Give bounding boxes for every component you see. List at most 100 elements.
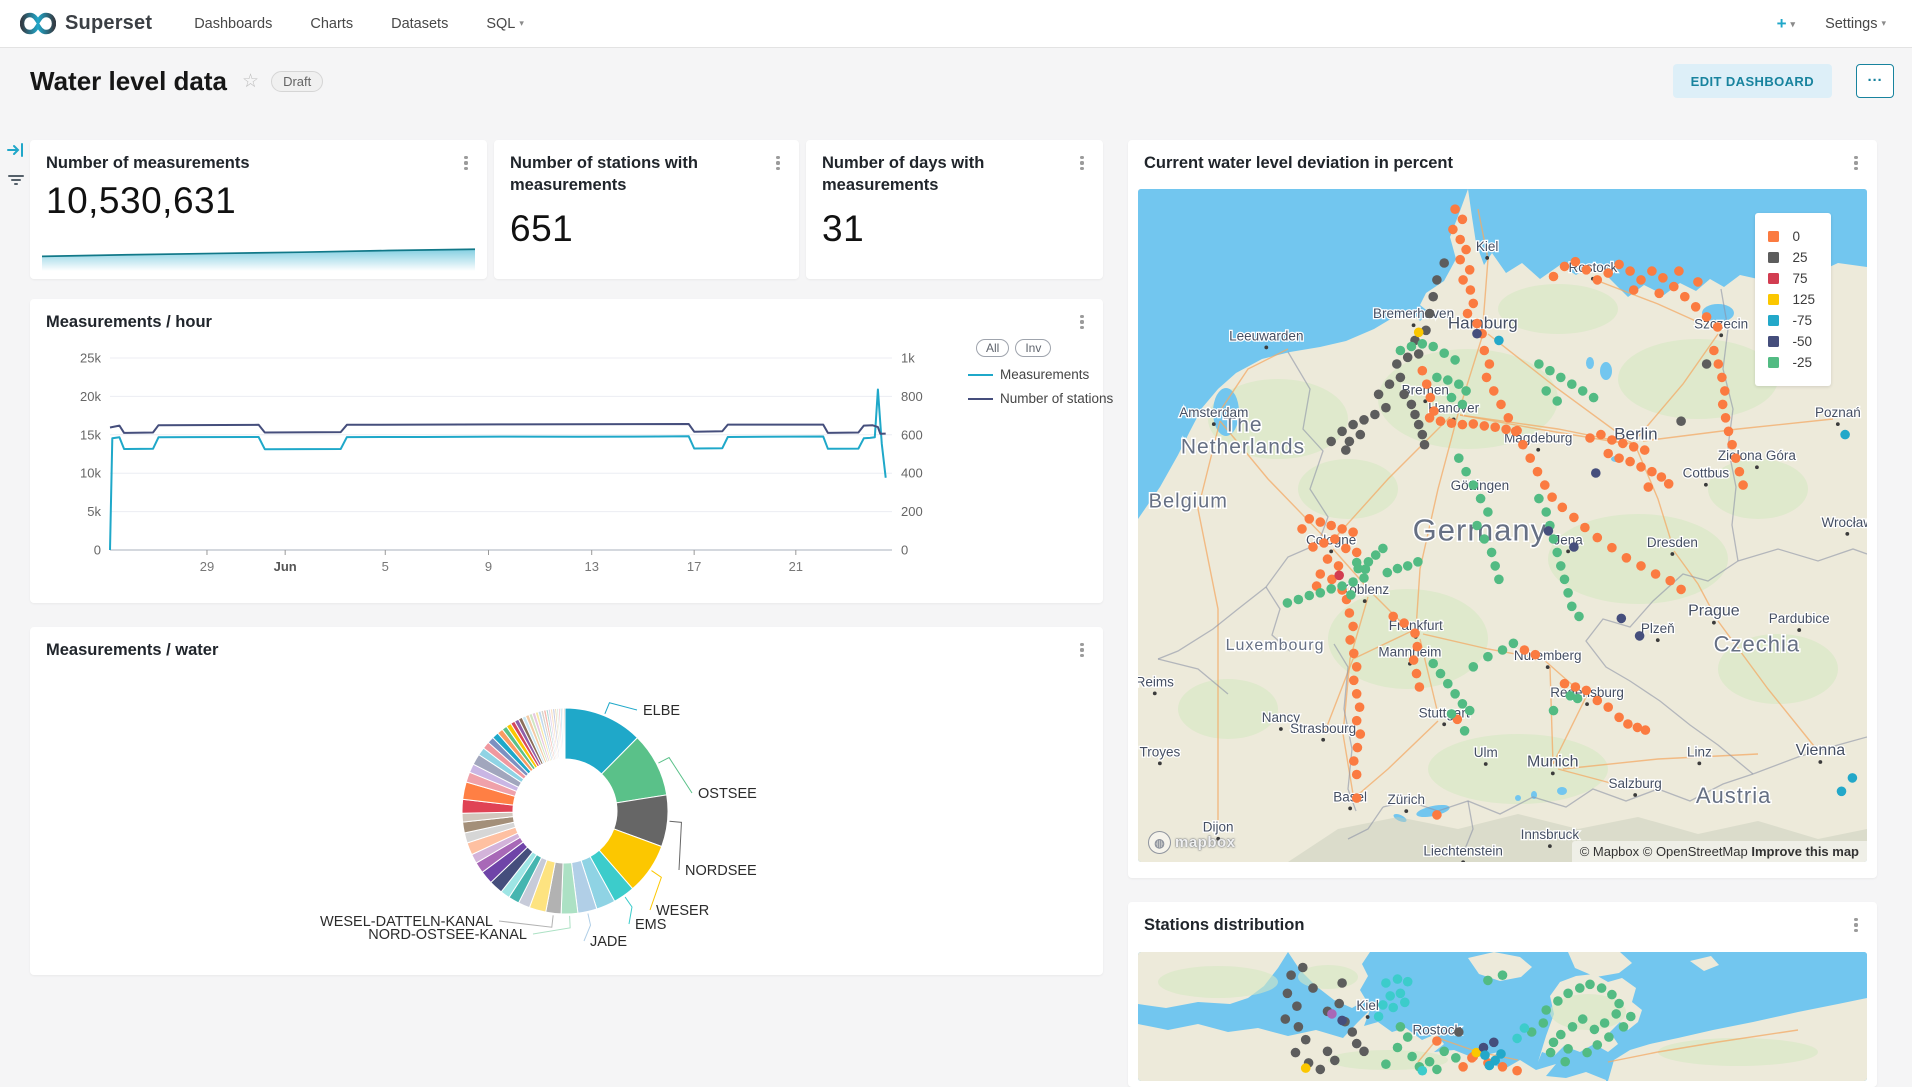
- map-city-label: Wrocław: [1822, 515, 1867, 530]
- map-legend-item: -75: [1768, 313, 1815, 328]
- nav-item-datasets[interactable]: Datasets: [391, 16, 448, 32]
- legend-item[interactable]: Measurements: [968, 367, 1118, 382]
- map-legend-item: 125: [1768, 292, 1815, 307]
- map-country-label: Austria: [1696, 783, 1771, 808]
- edit-dashboard-button[interactable]: EDIT DASHBOARD: [1673, 64, 1832, 98]
- dashboard-more-menu-button[interactable]: ···: [1856, 64, 1894, 98]
- svg-text:0: 0: [94, 543, 101, 558]
- chart-title: Number of measurements: [46, 152, 250, 174]
- legend-item[interactable]: Number of stations: [968, 391, 1118, 406]
- main-nav: Dashboards Charts Datasets SQL▾: [194, 16, 524, 32]
- chart-card-measurements-hour: Measurements / hour 25k1k20k80015k60010k…: [30, 299, 1103, 603]
- svg-text:5: 5: [382, 559, 389, 574]
- map-city-label: Dresden: [1647, 535, 1698, 550]
- station-dots-gold: [1414, 328, 1424, 338]
- chart-legend: All Inv Measurements Number of stations: [968, 339, 1118, 415]
- svg-text:600: 600: [901, 427, 923, 442]
- mapbox-logo[interactable]: ◍ mapbox: [1148, 831, 1236, 854]
- map-legend-item: 75: [1768, 271, 1815, 286]
- chart-menu-kebab-icon[interactable]: [1849, 916, 1863, 934]
- svg-text:Jun: Jun: [274, 559, 297, 574]
- map-city-label: Poznań: [1815, 405, 1861, 420]
- map-city-label: Plzeň: [1641, 621, 1675, 636]
- map-attribution: © Mapbox © OpenStreetMap Improve this ma…: [1572, 841, 1867, 862]
- svg-text:1k: 1k: [901, 351, 915, 366]
- deviation-map[interactable]: TheNetherlandsBelgiumGermanyLuxembourgCz…: [1138, 189, 1867, 862]
- chart-menu-kebab-icon[interactable]: [1849, 154, 1863, 172]
- svg-text:0: 0: [901, 543, 908, 558]
- nav-item-dashboards[interactable]: Dashboards: [194, 16, 272, 32]
- brand-name: Superset: [65, 12, 152, 35]
- favorite-star-icon[interactable]: ☆: [242, 70, 259, 93]
- map-canvas: Kiel Rostock: [1138, 952, 1867, 1081]
- svg-text:29: 29: [200, 559, 214, 574]
- map-legend: 02575125-75-50-25: [1755, 213, 1831, 386]
- filter-icon[interactable]: [7, 172, 25, 188]
- map-city-label: Prague: [1688, 603, 1740, 620]
- chart-title: Number of days with measurements: [822, 152, 1042, 197]
- chart-menu-kebab-icon[interactable]: [1075, 154, 1089, 172]
- svg-text:200: 200: [901, 504, 923, 519]
- legend-all-button[interactable]: All: [976, 339, 1009, 357]
- map-legend-item: -25: [1768, 355, 1815, 370]
- legend-inv-button[interactable]: Inv: [1015, 339, 1051, 357]
- map-city-label: Rostock: [1412, 1023, 1461, 1038]
- kpi-value: 651: [510, 208, 573, 250]
- map-city-label: Liechtenstein: [1423, 843, 1503, 858]
- dashboard-header: Water level data ☆ Draft EDIT DASHBOARD …: [0, 48, 1912, 114]
- svg-text:20k: 20k: [80, 389, 101, 404]
- stations-map[interactable]: Kiel Rostock: [1138, 952, 1867, 1081]
- kpi-sparkline: [42, 241, 475, 271]
- donut-label: JADE: [590, 934, 627, 950]
- superset-dashboard: Superset Dashboards Charts Datasets SQL▾ +▾…: [0, 0, 1912, 1081]
- map-city-label: Leeuwarden: [1229, 328, 1303, 343]
- map-city-label: Kiel: [1356, 998, 1379, 1013]
- map-country-label: Belgium: [1149, 490, 1228, 512]
- donut-label: NORDSEE: [685, 863, 757, 879]
- map-country-label: Czechia: [1714, 631, 1800, 656]
- chart-menu-kebab-icon[interactable]: [771, 154, 785, 172]
- map-city-label: Linz: [1687, 744, 1712, 759]
- chart-card-water-level-map: Current water level deviation in percent…: [1128, 140, 1877, 878]
- new-item-menu[interactable]: +▾: [1777, 14, 1795, 34]
- svg-text:15k: 15k: [80, 427, 101, 442]
- chart-title: Stations distribution: [1144, 914, 1304, 936]
- map-city-label: Reims: [1138, 674, 1174, 689]
- donut-label: EMS: [635, 917, 666, 933]
- draft-badge: Draft: [271, 71, 323, 92]
- header-actions: EDIT DASHBOARD ···: [1673, 64, 1894, 98]
- superset-logo[interactable]: Superset: [20, 12, 152, 35]
- svg-text:10k: 10k: [80, 466, 101, 481]
- map-city-label: Troyes: [1139, 744, 1180, 759]
- map-city-label: Amsterdam: [1179, 405, 1248, 420]
- nav-item-sql[interactable]: SQL▾: [486, 16, 524, 32]
- navbar: Superset Dashboards Charts Datasets SQL▾ +▾…: [0, 0, 1912, 48]
- settings-menu[interactable]: Settings▾: [1825, 16, 1886, 32]
- donut-slice[interactable]: [564, 708, 565, 759]
- map-city-label: Pardubice: [1769, 611, 1830, 626]
- station-dots-red: [1334, 571, 1344, 581]
- expand-filter-bar-icon[interactable]: [7, 142, 25, 158]
- map-city-label: Göttingen: [1451, 478, 1510, 493]
- svg-text:5k: 5k: [87, 504, 101, 519]
- map-city-label: Zielona Góra: [1718, 448, 1797, 463]
- chart-menu-kebab-icon[interactable]: [459, 154, 473, 172]
- map-city-label: Innsbruck: [1521, 827, 1580, 842]
- map-city-label: Vienna: [1796, 742, 1846, 759]
- improve-map-link[interactable]: Improve this map: [1751, 844, 1859, 859]
- nav-item-charts[interactable]: Charts: [310, 16, 353, 32]
- svg-text:17: 17: [687, 559, 701, 574]
- svg-text:13: 13: [584, 559, 598, 574]
- donut-chart: ELBEOSTSEENORDSEEWESEREMSJADENORD-OSTSEE…: [30, 627, 1103, 975]
- map-country-label: Germany: [1413, 512, 1547, 547]
- svg-text:800: 800: [901, 389, 923, 404]
- navbar-right: +▾ Settings▾: [1777, 14, 1886, 34]
- station-dots-purple: [1327, 1009, 1337, 1019]
- map-country-label: Luxembourg: [1226, 637, 1325, 654]
- kpi-card-stations: Number of stations with measurements 651: [494, 140, 799, 279]
- mapbox-logo-icon: ◍: [1148, 831, 1171, 854]
- kpi-value: 31: [822, 208, 864, 250]
- kpi-card-measurements: Number of measurements 10,530,631: [30, 140, 487, 279]
- map-city-label: Zürich: [1388, 792, 1426, 807]
- chevron-down-icon: ▾: [1881, 18, 1886, 28]
